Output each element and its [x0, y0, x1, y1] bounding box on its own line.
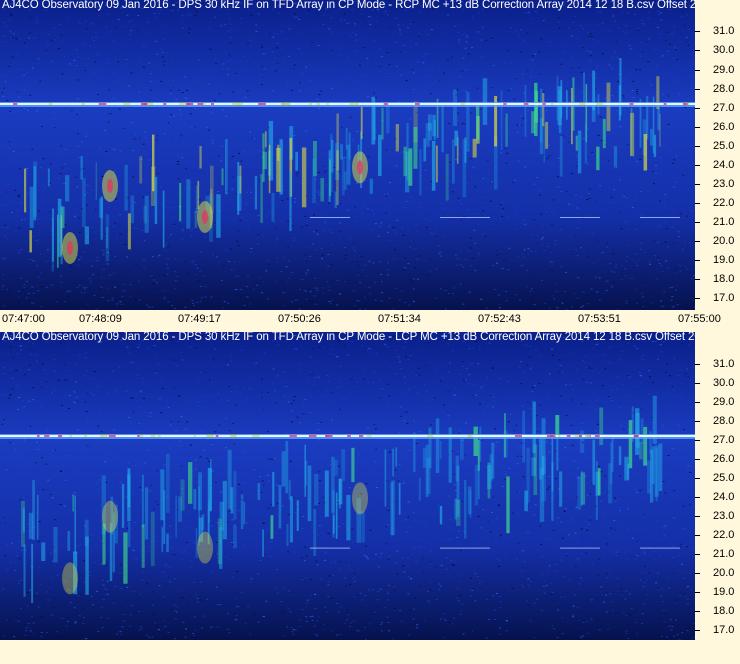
- time-label: 07:50:26: [278, 313, 321, 325]
- y-tick: 19.0: [695, 586, 740, 599]
- y-tick: 25.0: [695, 472, 740, 485]
- y-tick: 20.0: [695, 235, 740, 248]
- y-tick: 20.0: [695, 567, 740, 580]
- y-tick: 21.0: [695, 216, 740, 229]
- rcp-spectrogram: AJ4CO Observatory 09 Jan 2016 - DPS 30 k…: [0, 0, 695, 310]
- y-tick: 28.0: [695, 83, 740, 96]
- y-tick: 28.0: [695, 415, 740, 428]
- y-tick: 22.0: [695, 197, 740, 210]
- y-tick: 24.0: [695, 159, 740, 172]
- y-tick: 31.0: [695, 25, 740, 38]
- rcp-frequency-axis: 31.0 30.0 29.0 28.0 27.0 26.0 25.0 24.0 …: [695, 0, 740, 310]
- y-tick: 27.0: [695, 102, 740, 115]
- y-tick: 24.0: [695, 491, 740, 504]
- y-tick: 31.0: [695, 358, 740, 371]
- lcp-spectrogram: AJ4CO Observatory 09 Jan 2016 - DPS 30 k…: [0, 332, 695, 640]
- y-tick: 25.0: [695, 140, 740, 153]
- y-tick: 26.0: [695, 121, 740, 134]
- lcp-frequency-axis: 31.0 30.0 29.0 28.0 27.0 26.0 25.0 24.0 …: [695, 332, 740, 640]
- time-label: 07:52:43: [478, 313, 521, 325]
- y-tick: 23.0: [695, 178, 740, 191]
- time-label: 07:48:09: [79, 313, 122, 325]
- y-tick: 18.0: [695, 273, 740, 286]
- time-label: 07:47:00: [2, 313, 45, 325]
- y-tick: 21.0: [695, 548, 740, 561]
- time-axis: 07:47:00 07:48:09 07:49:17 07:50:26 07:5…: [0, 310, 740, 330]
- y-tick: 29.0: [695, 396, 740, 409]
- rcp-panel: AJ4CO Observatory 09 Jan 2016 - DPS 30 k…: [0, 0, 740, 330]
- time-label: 07:53:51: [578, 313, 621, 325]
- y-tick: 29.0: [695, 64, 740, 77]
- y-tick: 26.0: [695, 453, 740, 466]
- time-label: 07:55:00: [678, 313, 721, 325]
- time-label: 07:51:34: [378, 313, 421, 325]
- y-tick: 23.0: [695, 510, 740, 523]
- y-tick: 30.0: [695, 377, 740, 390]
- lcp-title: AJ4CO Observatory 09 Jan 2016 - DPS 30 k…: [2, 332, 695, 343]
- y-tick: 19.0: [695, 254, 740, 267]
- y-tick: 17.0: [695, 292, 740, 305]
- y-tick: 17.0: [695, 624, 740, 637]
- rcp-title: AJ4CO Observatory 09 Jan 2016 - DPS 30 k…: [2, 0, 695, 11]
- lcp-panel: AJ4CO Observatory 09 Jan 2016 - DPS 30 k…: [0, 332, 740, 642]
- y-tick: 30.0: [695, 44, 740, 57]
- y-tick: 27.0: [695, 434, 740, 447]
- time-label: 07:49:17: [178, 313, 221, 325]
- y-tick: 22.0: [695, 529, 740, 542]
- y-tick: 18.0: [695, 605, 740, 618]
